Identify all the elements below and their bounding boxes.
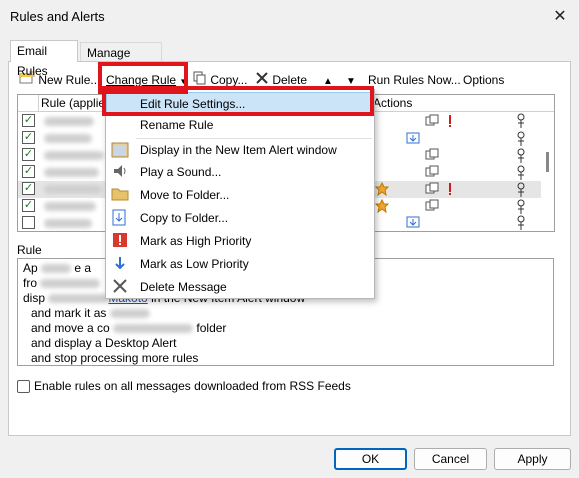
chevron-down-icon: ▼ bbox=[179, 77, 188, 86]
blurred-rule-name bbox=[44, 185, 102, 194]
forward-folder-icon bbox=[425, 114, 439, 131]
blurred-rule-name bbox=[44, 219, 92, 228]
window-title: Rules and Alerts bbox=[10, 9, 105, 24]
rule-checkbox[interactable] bbox=[22, 216, 35, 229]
menu-item-low-priority[interactable]: Mark as Low Priority bbox=[106, 253, 374, 275]
delete-button[interactable]: Delete bbox=[255, 71, 307, 89]
high-priority-icon bbox=[111, 232, 129, 250]
rule-checkbox[interactable]: ✓ bbox=[22, 148, 35, 161]
rule-checkbox[interactable]: ✓ bbox=[22, 114, 35, 127]
blurred-rule-name bbox=[44, 202, 96, 211]
run-rules-now-label: Run Rules Now... bbox=[368, 73, 461, 87]
menu-item-delete-message[interactable]: Delete Message bbox=[106, 276, 374, 298]
blurred-rule-name bbox=[44, 134, 92, 143]
delete-x-icon bbox=[111, 278, 129, 296]
description-line: and mark it as bbox=[23, 306, 548, 321]
speaker-icon bbox=[111, 163, 129, 181]
arrow-up-icon: ▲ bbox=[323, 76, 333, 87]
run-rules-now-button[interactable]: Run Rules Now... bbox=[368, 71, 461, 89]
delete-icon bbox=[255, 71, 269, 90]
cancel-button[interactable]: Cancel bbox=[414, 448, 487, 470]
description-line: and stop processing more rules bbox=[31, 351, 199, 365]
alert-icon bbox=[515, 113, 527, 132]
move-folder-icon bbox=[406, 131, 420, 148]
menu-item-rename-rule[interactable]: Rename Rule bbox=[106, 114, 374, 136]
high-priority-icon bbox=[448, 182, 454, 199]
description-line: and display a Desktop Alert bbox=[31, 336, 177, 350]
alert-icon bbox=[515, 215, 527, 231]
rule-checkbox[interactable]: ✓ bbox=[22, 165, 35, 178]
high-priority-icon bbox=[448, 114, 454, 131]
copy-folder-icon bbox=[111, 209, 129, 227]
menu-item-copy-to-folder[interactable]: Copy to Folder... bbox=[106, 207, 374, 229]
change-rule-label: Change Rule bbox=[106, 73, 177, 87]
rules-list-scrollbar[interactable] bbox=[541, 112, 554, 231]
scroll-thumb[interactable] bbox=[546, 152, 549, 172]
checkbox[interactable] bbox=[17, 380, 30, 394]
star-icon bbox=[374, 198, 390, 216]
forward-folder-icon bbox=[425, 165, 439, 182]
menu-item-display-alert[interactable]: Display in the New Item Alert window bbox=[106, 139, 374, 161]
menu-item-play-sound[interactable]: Play a Sound... bbox=[106, 161, 374, 183]
rule-checkbox[interactable]: ✓ bbox=[22, 131, 35, 144]
forward-folder-icon bbox=[425, 199, 439, 216]
description-line: and move a co folder bbox=[31, 321, 227, 335]
blurred-rule-name bbox=[44, 151, 104, 160]
rule-description-label: Rule bbox=[17, 243, 42, 257]
change-rule-button[interactable]: Change Rule ▼ bbox=[106, 71, 187, 89]
blurred-rule-name bbox=[44, 117, 94, 126]
options-label: Options bbox=[463, 73, 505, 87]
rss-rules-label: Enable rules on all messages downloaded … bbox=[34, 379, 351, 393]
tab-email-rules[interactable]: Email Rules bbox=[10, 40, 78, 78]
rule-checkbox[interactable]: ✓ bbox=[22, 182, 35, 195]
arrow-down-icon: ▼ bbox=[346, 76, 356, 87]
column-rule-header[interactable]: Rule (applied bbox=[38, 95, 106, 112]
apply-button[interactable]: Apply bbox=[494, 448, 571, 470]
menu-item-move-to-folder[interactable]: Move to Folder... bbox=[106, 184, 374, 206]
folder-icon bbox=[111, 186, 129, 204]
forward-folder-icon bbox=[425, 148, 439, 165]
copy-label: Copy... bbox=[210, 73, 248, 87]
rss-rules-checkbox[interactable]: Enable rules on all messages downloaded … bbox=[17, 378, 351, 394]
alert-window-icon bbox=[111, 141, 129, 159]
copy-button[interactable]: Copy... bbox=[193, 71, 247, 89]
rule-checkbox[interactable]: ✓ bbox=[22, 199, 35, 212]
ok-button[interactable]: OK bbox=[334, 448, 407, 470]
move-up-button[interactable]: ▲ bbox=[323, 71, 333, 89]
move-down-button[interactable]: ▼ bbox=[346, 71, 356, 89]
column-actions-header[interactable]: Actions bbox=[370, 95, 412, 112]
star-icon bbox=[374, 181, 390, 199]
menu-item-high-priority[interactable]: Mark as High Priority bbox=[106, 230, 374, 252]
low-priority-icon bbox=[111, 255, 129, 273]
delete-label: Delete bbox=[272, 73, 308, 87]
change-rule-menu: Edit Rule Settings... Rename Rule Displa… bbox=[105, 89, 375, 299]
title-bar: Rules and Alerts ✕ bbox=[0, 0, 579, 34]
copy-icon bbox=[193, 71, 207, 90]
menu-item-edit-rule-settings[interactable]: Edit Rule Settings... bbox=[106, 92, 374, 114]
options-button[interactable]: Options bbox=[463, 71, 504, 89]
move-folder-icon bbox=[406, 215, 420, 231]
blurred-rule-name bbox=[44, 168, 99, 177]
close-icon[interactable]: ✕ bbox=[548, 5, 572, 29]
forward-folder-icon bbox=[425, 182, 439, 199]
